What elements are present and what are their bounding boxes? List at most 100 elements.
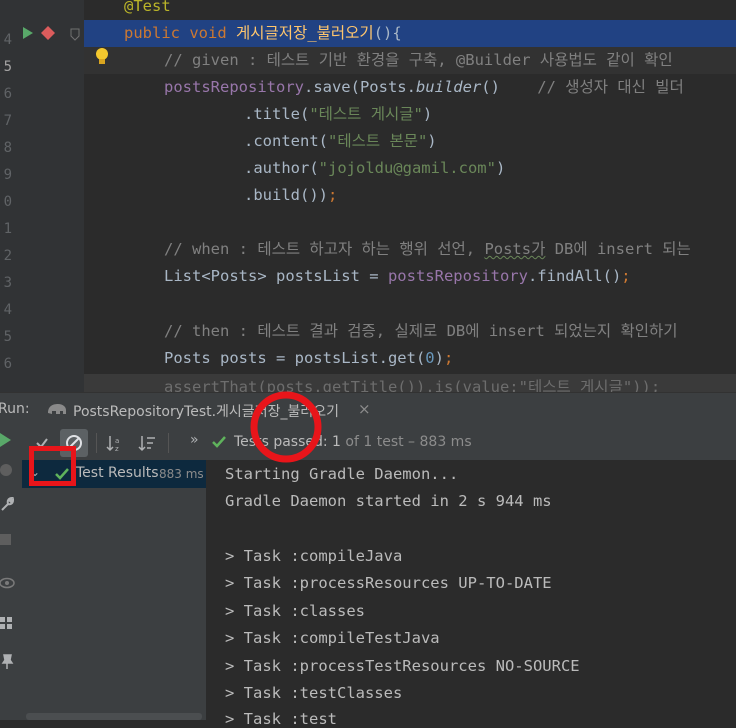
line-number: 0 [3, 194, 12, 210]
comment-token: DB에 insert 되는 [545, 240, 691, 258]
toolbar-divider [168, 433, 169, 453]
method-name-token: 게시글저장_불러오기 [236, 24, 374, 42]
code-line: .build()); [84, 182, 736, 209]
test-toolbar: a z » Tests passed: 1 of 1 test – 883 ms [22, 426, 736, 461]
annotation-red-circle [250, 391, 322, 463]
rerun-icon[interactable] [0, 432, 12, 448]
run-test-icon[interactable] [22, 26, 34, 40]
code-line: .content("테스트 본문") [84, 128, 736, 155]
line-number: 5 [3, 329, 12, 345]
tree-scrollbar[interactable] [26, 713, 202, 720]
comment-token-typo: Posts가 [484, 240, 546, 258]
comment-token: // when : 테스트 하고자 하는 행위 선언, [164, 240, 485, 258]
code-line-partial: assertThat(posts.getTitle()).is(value:"테… [84, 374, 736, 392]
stop-icon[interactable] [0, 534, 12, 546]
line-gutter[interactable]: 4 5 6 7 8 9 0 1 2 3 4 5 6 [0, 0, 84, 392]
wrench-icon[interactable] [0, 496, 14, 512]
line-number: 7 [3, 113, 12, 129]
field-token: postsRepository [164, 78, 304, 96]
code-token: .save(Posts. [303, 78, 416, 96]
console-line: > Task :compileJava [225, 547, 403, 565]
string-token: "jojoldu@gamil.com" [318, 159, 496, 177]
string-token: "테스트 게시글" [309, 105, 423, 123]
code-line: .author("jojoldu@gamil.com") [84, 155, 736, 182]
code-line: // then : 테스트 결과 검증, 실제로 DB에 insert 되었는지… [84, 318, 736, 345]
code-line: // when : 테스트 하고자 하는 행위 선언, Posts가 DB에 i… [84, 236, 736, 263]
lightbulb-icon[interactable] [94, 47, 110, 67]
close-tab-icon[interactable]: × [358, 400, 371, 418]
code-token: .build()) [244, 186, 328, 204]
code-token: .title( [244, 105, 310, 123]
code-area[interactable]: @Test public void 게시글저장_불러오기(){ // given… [84, 0, 736, 392]
code-token: (){ [373, 24, 402, 42]
pass-check-icon [212, 436, 226, 448]
pin-icon[interactable] [0, 654, 14, 670]
code-token: .author( [244, 159, 319, 177]
code-token: ) [434, 349, 444, 367]
debug-icon[interactable] [0, 462, 14, 478]
code-token: ) [422, 105, 433, 123]
console-line: > Task :processTestResources NO-SOURCE [225, 657, 580, 675]
code-token: builder [415, 78, 482, 96]
line-number: 1 [3, 221, 12, 237]
run-label: Run: [0, 401, 30, 417]
toolbar-divider [96, 433, 97, 453]
comment-token: // given : 테스트 기반 환경을 구축, @Builder 사용법도 … [164, 51, 673, 69]
string-token: "테스트 본문" [328, 132, 428, 150]
sort-duration-icon[interactable] [138, 434, 156, 452]
semicolon-token: ; [443, 349, 454, 367]
code-token: assertThat(posts.getTitle()).is(value:"테… [164, 378, 661, 392]
run-tab-active[interactable]: PostsRepositoryTest.게시글저장_불러오기 × [44, 393, 382, 430]
code-token: ) [495, 159, 506, 177]
run-side-toolbar [0, 426, 23, 720]
code-line: Posts posts = postsList.get(0); [84, 345, 736, 372]
keyword-token: void [189, 24, 227, 42]
line-number: 5 [3, 59, 12, 75]
comment-token: // 생성자 대신 빌더 [537, 78, 684, 96]
console-line: > Task :processResources UP-TO-DATE [225, 574, 552, 592]
annotation-token: @Test [124, 0, 171, 15]
console-line: > Task :test [225, 710, 337, 728]
line-number: 8 [3, 140, 12, 156]
annotation-red-box [29, 446, 76, 486]
code-line-highlighted: public void 게시글저장_불러오기(){ [84, 20, 736, 47]
code-line: List<Posts> postsList = postsRepository.… [84, 263, 736, 290]
semicolon-token: ; [621, 267, 631, 285]
breakpoint-icon[interactable] [40, 25, 56, 41]
line-number: 6 [3, 86, 12, 102]
console-line: Gradle Daemon started in 2 s 944 ms [225, 492, 552, 510]
fold-icon[interactable] [70, 28, 80, 42]
run-tool-window[interactable]: Run: PostsRepositoryTest.게시글저장_불러오기 × a … [0, 392, 736, 728]
console-line: > Task :classes [225, 602, 365, 620]
comment-token: // then : 테스트 결과 검증, 실제로 DB에 insert 되었는지… [164, 322, 678, 340]
tree-duration: 883 ms [159, 467, 204, 481]
keyword-token: public [124, 24, 180, 42]
console-line: > Task :compileTestJava [225, 629, 440, 647]
code-editor[interactable]: 4 5 6 7 8 9 0 1 2 3 4 5 6 @Test public v… [0, 0, 736, 392]
code-token: .content( [244, 132, 328, 150]
line-number: 9 [3, 167, 12, 183]
layout-icon[interactable] [0, 616, 14, 630]
run-tab-bar: Run: PostsRepositoryTest.게시글저장_불러오기 × [0, 392, 736, 430]
console-output[interactable]: Starting Gradle Daemon... Gradle Daemon … [207, 460, 736, 728]
tree-label: Test Results [76, 465, 159, 481]
line-number: 3 [3, 275, 12, 291]
code-token: List<Posts> postsList = [164, 267, 388, 285]
code-line: @Test [84, 0, 736, 20]
code-token: .findAll() [527, 267, 622, 285]
line-number: 4 [3, 32, 12, 48]
console-line: > Task :testClasses [225, 684, 403, 702]
code-token: Posts posts = postsList.get( [164, 349, 426, 367]
test-tree[interactable]: ⌄ Test Results 883 ms [22, 460, 207, 720]
line-number: 4 [3, 302, 12, 318]
svg-text:z: z [115, 445, 119, 452]
eye-icon[interactable] [0, 576, 16, 590]
line-number: 6 [3, 356, 12, 372]
code-token: ) [427, 132, 437, 150]
code-line: // given : 테스트 기반 환경을 구축, @Builder 사용법도 … [84, 47, 736, 74]
field-token: postsRepository [387, 267, 528, 285]
status-detail: of 1 test – 883 ms [345, 434, 472, 450]
sort-alpha-icon[interactable]: a z [106, 434, 124, 452]
expand-more-icon[interactable]: » [190, 432, 199, 448]
code-token: () [481, 78, 500, 96]
